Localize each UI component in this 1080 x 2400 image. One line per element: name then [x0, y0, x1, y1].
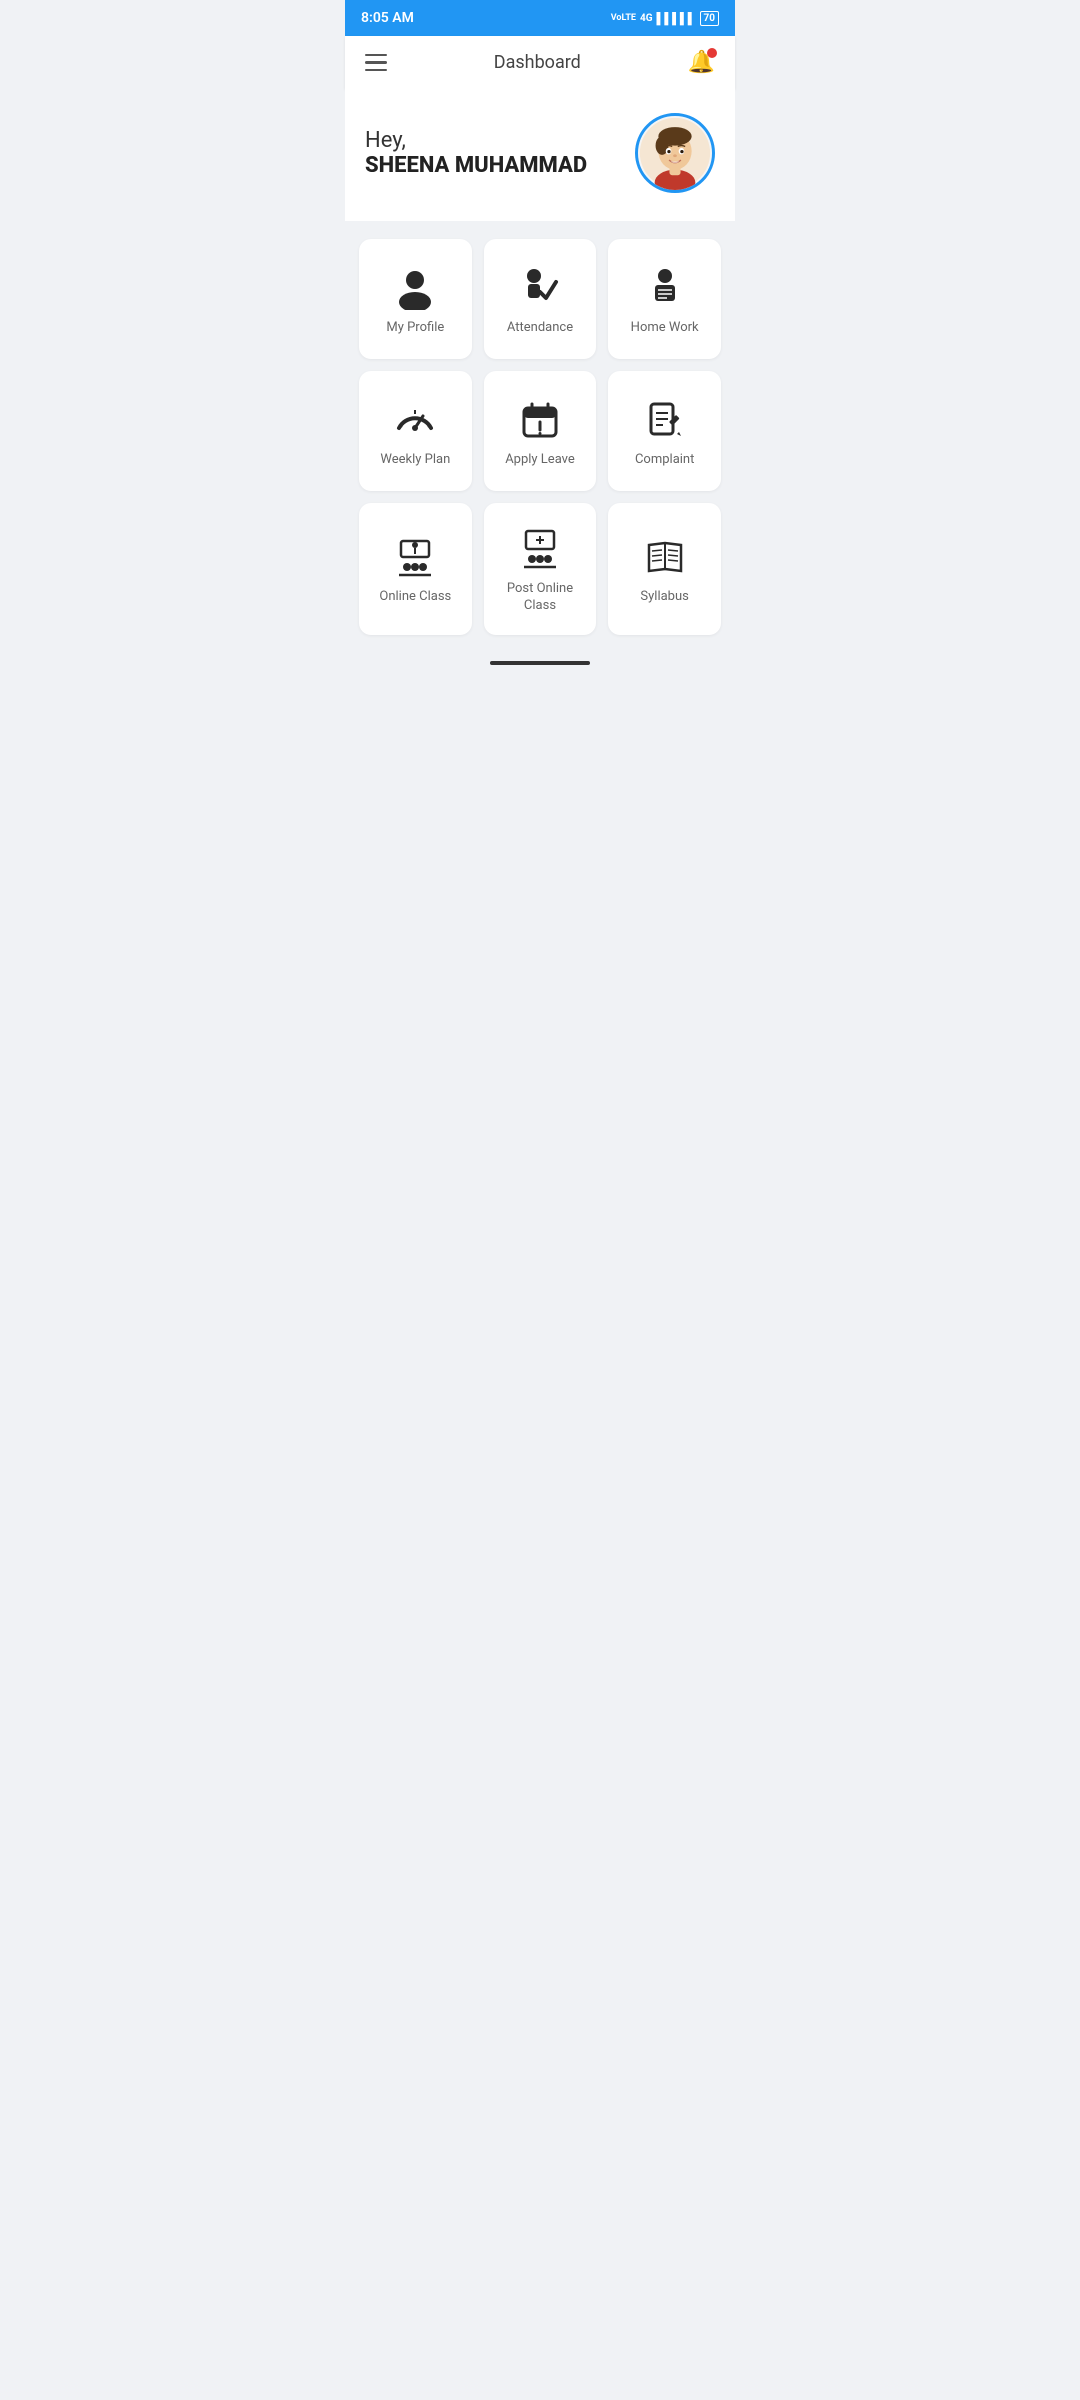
card-attendance-label: Attendance [507, 320, 573, 337]
app-header: Dashboard 🔔 [345, 36, 735, 89]
avatar [635, 113, 715, 193]
attendance-icon [518, 266, 562, 310]
page-title: Dashboard [494, 52, 581, 73]
greeting-hey: Hey, [365, 128, 587, 153]
card-my-profile-label: My Profile [386, 320, 444, 337]
status-bar: 8:05 AM VoLTE 4G ▌▌▌▌▌ 70 [345, 0, 735, 36]
card-online-class[interactable]: Online Class [359, 503, 472, 635]
signal-bars: ▌▌▌▌▌ [657, 12, 696, 25]
grid-section: My Profile Attendance [345, 223, 735, 651]
card-my-profile[interactable]: My Profile [359, 239, 472, 359]
post-class-icon [518, 527, 562, 571]
hamburger-menu[interactable] [365, 54, 387, 72]
card-complaint-label: Complaint [635, 452, 694, 469]
card-syllabus-label: Syllabus [640, 589, 688, 606]
notification-bell[interactable]: 🔔 [688, 50, 715, 75]
home-indicator [490, 661, 590, 665]
calendar-alert-icon [518, 398, 562, 442]
speedometer-icon [393, 398, 437, 442]
card-syllabus[interactable]: Syllabus [608, 503, 721, 635]
battery-indicator: 70 [700, 11, 719, 26]
avatar-image [638, 115, 712, 191]
card-apply-leave-label: Apply Leave [505, 452, 575, 469]
card-weekly-plan-label: Weekly Plan [380, 452, 450, 469]
online-class-icon [393, 535, 437, 579]
card-complaint[interactable]: Complaint [608, 371, 721, 491]
greeting-name: SHEENA MUHAMMAD [365, 153, 587, 178]
card-apply-leave[interactable]: Apply Leave [484, 371, 597, 491]
menu-grid: My Profile Attendance [359, 239, 721, 635]
card-online-class-label: Online Class [379, 589, 451, 606]
card-attendance[interactable]: Attendance [484, 239, 597, 359]
status-icons: VoLTE 4G ▌▌▌▌▌ 70 [611, 11, 719, 26]
homework-icon [643, 266, 687, 310]
card-home-work[interactable]: Home Work [608, 239, 721, 359]
volte-icon: VoLTE [611, 13, 636, 23]
card-weekly-plan[interactable]: Weekly Plan [359, 371, 472, 491]
greeting-section: Hey, SHEENA MUHAMMAD [345, 89, 735, 221]
signal-strength: 4G [640, 13, 653, 24]
notification-dot [707, 48, 717, 58]
greeting-text: Hey, SHEENA MUHAMMAD [365, 128, 587, 178]
complaint-icon [643, 398, 687, 442]
card-post-online-class[interactable]: Post Online Class [484, 503, 597, 635]
card-home-work-label: Home Work [631, 320, 699, 337]
person-icon [393, 266, 437, 310]
bottom-bar [345, 651, 735, 675]
card-post-online-class-label: Post Online Class [492, 581, 589, 615]
status-time: 8:05 AM [361, 10, 414, 26]
book-icon [643, 535, 687, 579]
